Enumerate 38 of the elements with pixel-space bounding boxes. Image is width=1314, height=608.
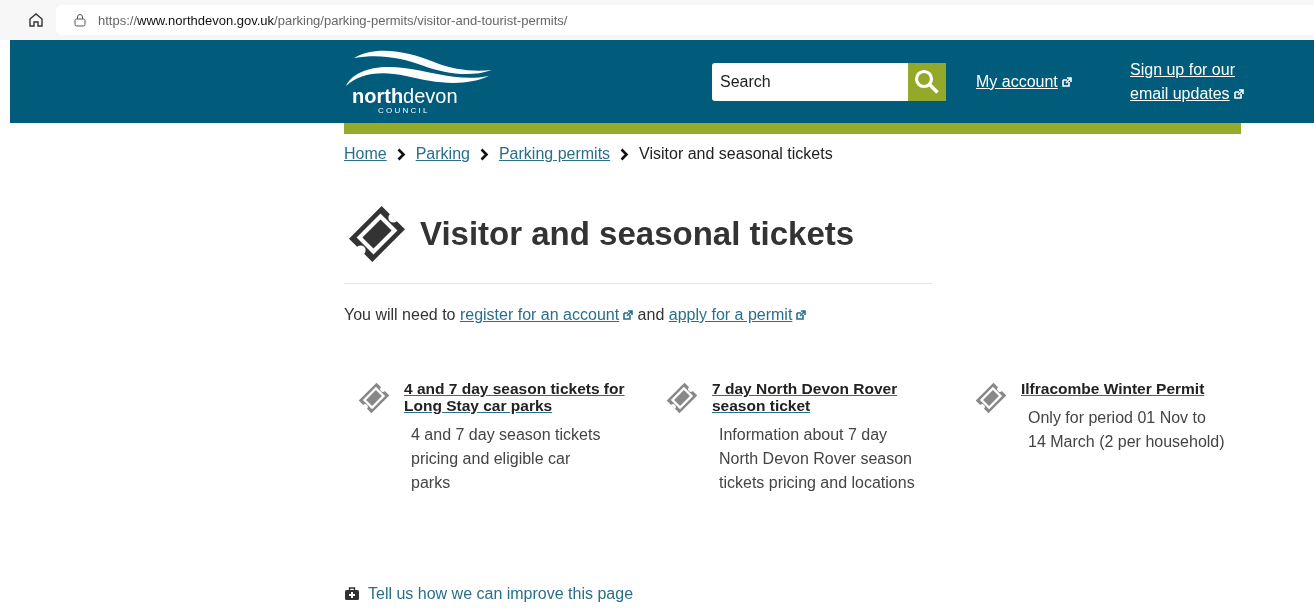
url-text: https://www.northdevon.gov.uk/parking/parking-permits/visitor-and-tourist-permits/ (98, 12, 568, 28)
external-link-icon (1061, 76, 1072, 87)
logo-text: northdevon (352, 86, 458, 106)
logo-subtitle: C O U N C I L (378, 106, 428, 115)
external-link-icon (796, 310, 807, 320)
breadcrumb-link[interactable]: Home (344, 145, 387, 163)
card-title-link[interactable]: 4 and 7 day season tickets for Long Stay car parks (404, 380, 629, 414)
ticket-icon (664, 380, 700, 416)
ticket-icon (356, 380, 392, 416)
page-title: Visitor and seasonal tickets (420, 215, 855, 253)
breadcrumb-link[interactable]: Parking permits (498, 145, 611, 163)
search-button[interactable] (908, 62, 946, 101)
home-icon[interactable] (28, 12, 44, 28)
header-link[interactable]: My account (976, 69, 1072, 94)
card-title-link[interactable]: 7 day North Devon Rover season ticket (712, 380, 937, 414)
chevron-right-icon (479, 147, 489, 161)
search-field[interactable]: Search (712, 62, 908, 101)
first-aid-kit-icon (344, 587, 360, 601)
council-logo[interactable]: northdevon C O U N C I L (344, 48, 504, 115)
chevron-right-icon (620, 147, 630, 161)
chevron-right-icon (396, 147, 406, 161)
intro-link[interactable]: register for an account (459, 306, 634, 323)
card-description: Information about 7 day North Devon Rover season tickets pricing and locations (719, 425, 916, 493)
feedback-link[interactable]: Tell us how we can improve this page (344, 585, 634, 603)
header-link[interactable]: Sign up for our email updates (1130, 57, 1250, 106)
lock-icon (74, 13, 86, 27)
external-link-icon (623, 310, 634, 320)
card-title-link[interactable]: Ilfracombe Winter Permit (1021, 380, 1246, 397)
address-bar[interactable]: https://www.northdevon.gov.uk/parking/parking-permits/visitor-and-tourist-permits/ (56, 5, 1314, 35)
ticket-icon (973, 380, 1009, 416)
intro-text: You will need to register for an account and apply for a permit (344, 306, 1241, 324)
external-link-icon (1233, 88, 1244, 99)
card-description: Only for period 01 Nov to 14 March (2 per household) (1028, 408, 1226, 452)
search-icon (914, 68, 940, 95)
current-page-label: Visitor and seasonal tickets (639, 145, 833, 163)
breadcrumb-link[interactable]: Parking (415, 145, 470, 163)
intro-link[interactable]: apply for a permit (668, 306, 807, 323)
card-description: 4 and 7 day season tickets pricing and eligible car parks (411, 425, 602, 493)
